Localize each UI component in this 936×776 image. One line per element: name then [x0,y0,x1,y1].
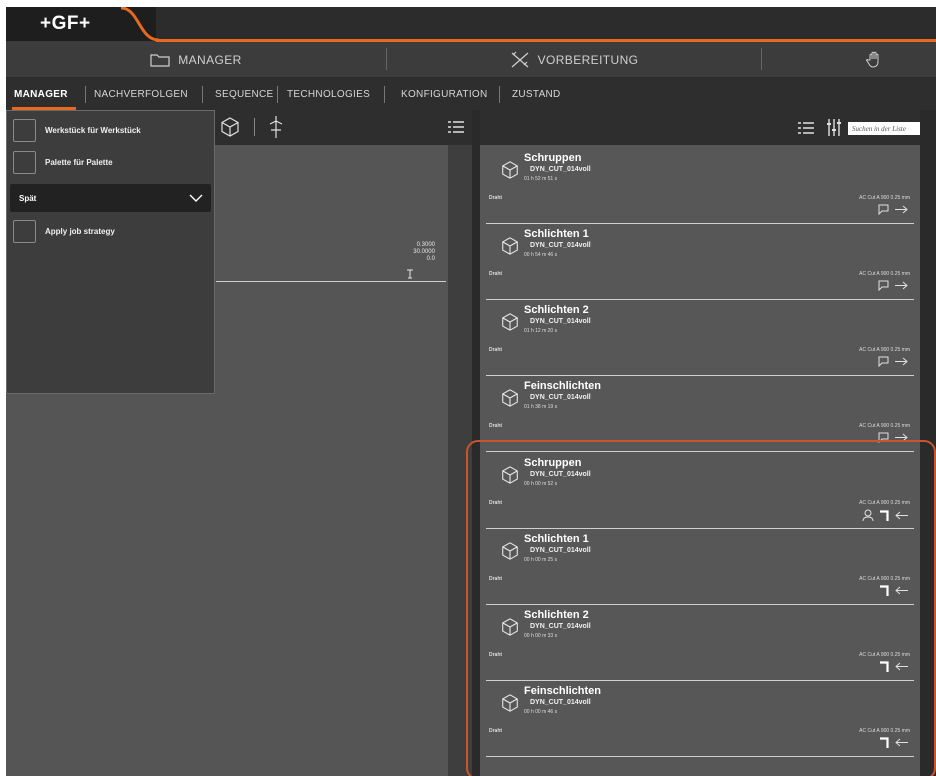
top-bar: +GF+ [6,7,936,42]
tab-separator [85,86,86,103]
operation-card[interactable]: Schruppen DYN_CUT_014voll 01 h 52 m 51 s Dr… [486,148,914,224]
viewer-value: 0.3000 [416,242,435,248]
material-label: Draht [489,347,503,353]
comment-icon[interactable] [878,356,889,367]
orange-curve-decoration [121,7,160,42]
cube-icon [502,161,518,179]
material-label: Draht [489,423,503,429]
viewer-reference-line [216,281,446,282]
program-name: DYN_CUT_014voll [530,166,591,173]
viewer-value: 0.0 [426,256,435,262]
operation-card[interactable]: Schlichten 1 DYN_CUT_014voll 00 h 54 m 46 … [486,224,914,300]
option-label: Werkstück für Werkstück [45,126,141,135]
technology-label: AC Cut A 900 0.25 mm [859,347,910,353]
cube-icon [502,313,518,331]
tab-bar: MANAGER NACHVERFOLGEN SEQUENCE TECHNOLOG… [6,78,936,110]
program-name: DYN_CUT_014voll [530,242,591,249]
module-manual[interactable] [866,42,936,77]
technology-label: AC Cut A 900 0.25 mm [859,423,910,429]
card-actions [878,204,908,215]
technology-label: AC Cut A 900 0.25 mm [859,271,910,277]
module-separator [761,48,762,70]
option-apply-job-strategy[interactable]: Apply job strategy [13,220,115,243]
tab-separator [384,86,385,103]
module-manager[interactable]: MANAGER [6,42,386,77]
operation-title: Schruppen [524,152,582,164]
operation-duration: 01 h 12 m 20 s [524,328,558,334]
folder-icon [150,53,170,67]
viewer-value: 30.0000 [413,249,435,255]
option-palette[interactable]: Palette für Palette [13,151,113,174]
cube-view-icon[interactable] [219,116,241,138]
arrow-right-icon[interactable] [895,357,908,366]
wire-axis-icon[interactable] [268,115,284,139]
program-name: DYN_CUT_014voll [530,318,591,325]
option-werkstueck[interactable]: Werkstück für Werkstück [13,119,141,142]
checkbox[interactable] [13,119,36,142]
operation-title: Schlichten 1 [524,228,589,240]
module-vorbereitung[interactable]: VORBEREITUNG [387,42,761,77]
comment-icon[interactable] [878,204,889,215]
right-toolbar: Suchen in der Liste [480,110,936,145]
highlight-frame [466,440,936,776]
operation-duration: 01 h 38 m 19 s [524,404,558,410]
module-bar: MANAGER VORBEREITUNG [6,42,936,78]
card-actions [878,280,908,291]
operation-duration: 01 h 52 m 51 s [524,176,558,182]
operation-duration: 00 h 54 m 46 s [524,252,558,258]
tab-manager[interactable]: MANAGER [14,78,68,110]
tab-technologies[interactable]: TECHNOLOGIES [287,78,370,110]
tab-separator [499,86,500,103]
material-label: Draht [489,271,503,277]
cube-icon [502,389,518,407]
tab-separator [202,86,203,103]
program-name: DYN_CUT_014voll [530,394,591,401]
operation-card[interactable]: Schlichten 2 DYN_CUT_014voll 01 h 12 m 20 … [486,300,914,376]
job-strategy-menu: Werkstück für Werkstück Palette für Pale… [6,110,215,394]
tools-icon [511,51,528,67]
tab-sequence[interactable]: SEQUENCE [215,78,274,110]
wire-marker-icon [407,269,413,279]
module-manager-label: MANAGER [178,52,242,67]
checkbox[interactable] [13,151,36,174]
material-label: Draht [489,195,503,201]
tab-zustand[interactable]: ZUSTAND [512,78,561,110]
chevron-down-icon [189,194,203,202]
gf-logo: +GF+ [40,13,91,34]
tab-separator [277,86,278,103]
arrow-right-icon[interactable] [895,205,908,214]
cube-icon [502,237,518,255]
option-label: Palette für Palette [45,158,113,167]
app-window: +GF+ MANAGER VORBEREITUNG MANAGER NACHVE… [6,7,936,776]
strategy-select[interactable]: Spät [10,184,211,212]
option-label: Apply job strategy [45,227,115,236]
checkbox[interactable] [13,220,36,243]
arrow-right-icon[interactable] [895,281,908,290]
tab-nachverfolgen[interactable]: NACHVERFOLGEN [94,78,188,110]
operation-title: Feinschlichten [524,380,602,392]
technology-label: AC Cut A 900 0.25 mm [859,195,910,201]
tab-konfiguration[interactable]: KONFIGURATION [401,78,488,110]
select-value: Spät [19,193,37,203]
hand-icon [866,51,879,68]
card-actions [878,356,908,367]
filter-sliders-icon[interactable] [826,119,842,136]
list-menu-icon[interactable] [448,120,464,134]
operation-title: Schlichten 2 [524,304,589,316]
list-icon[interactable] [798,121,814,135]
comment-icon[interactable] [878,280,889,291]
toolbar-separator [254,118,255,136]
module-vorbereitung-label: VORBEREITUNG [537,52,639,67]
